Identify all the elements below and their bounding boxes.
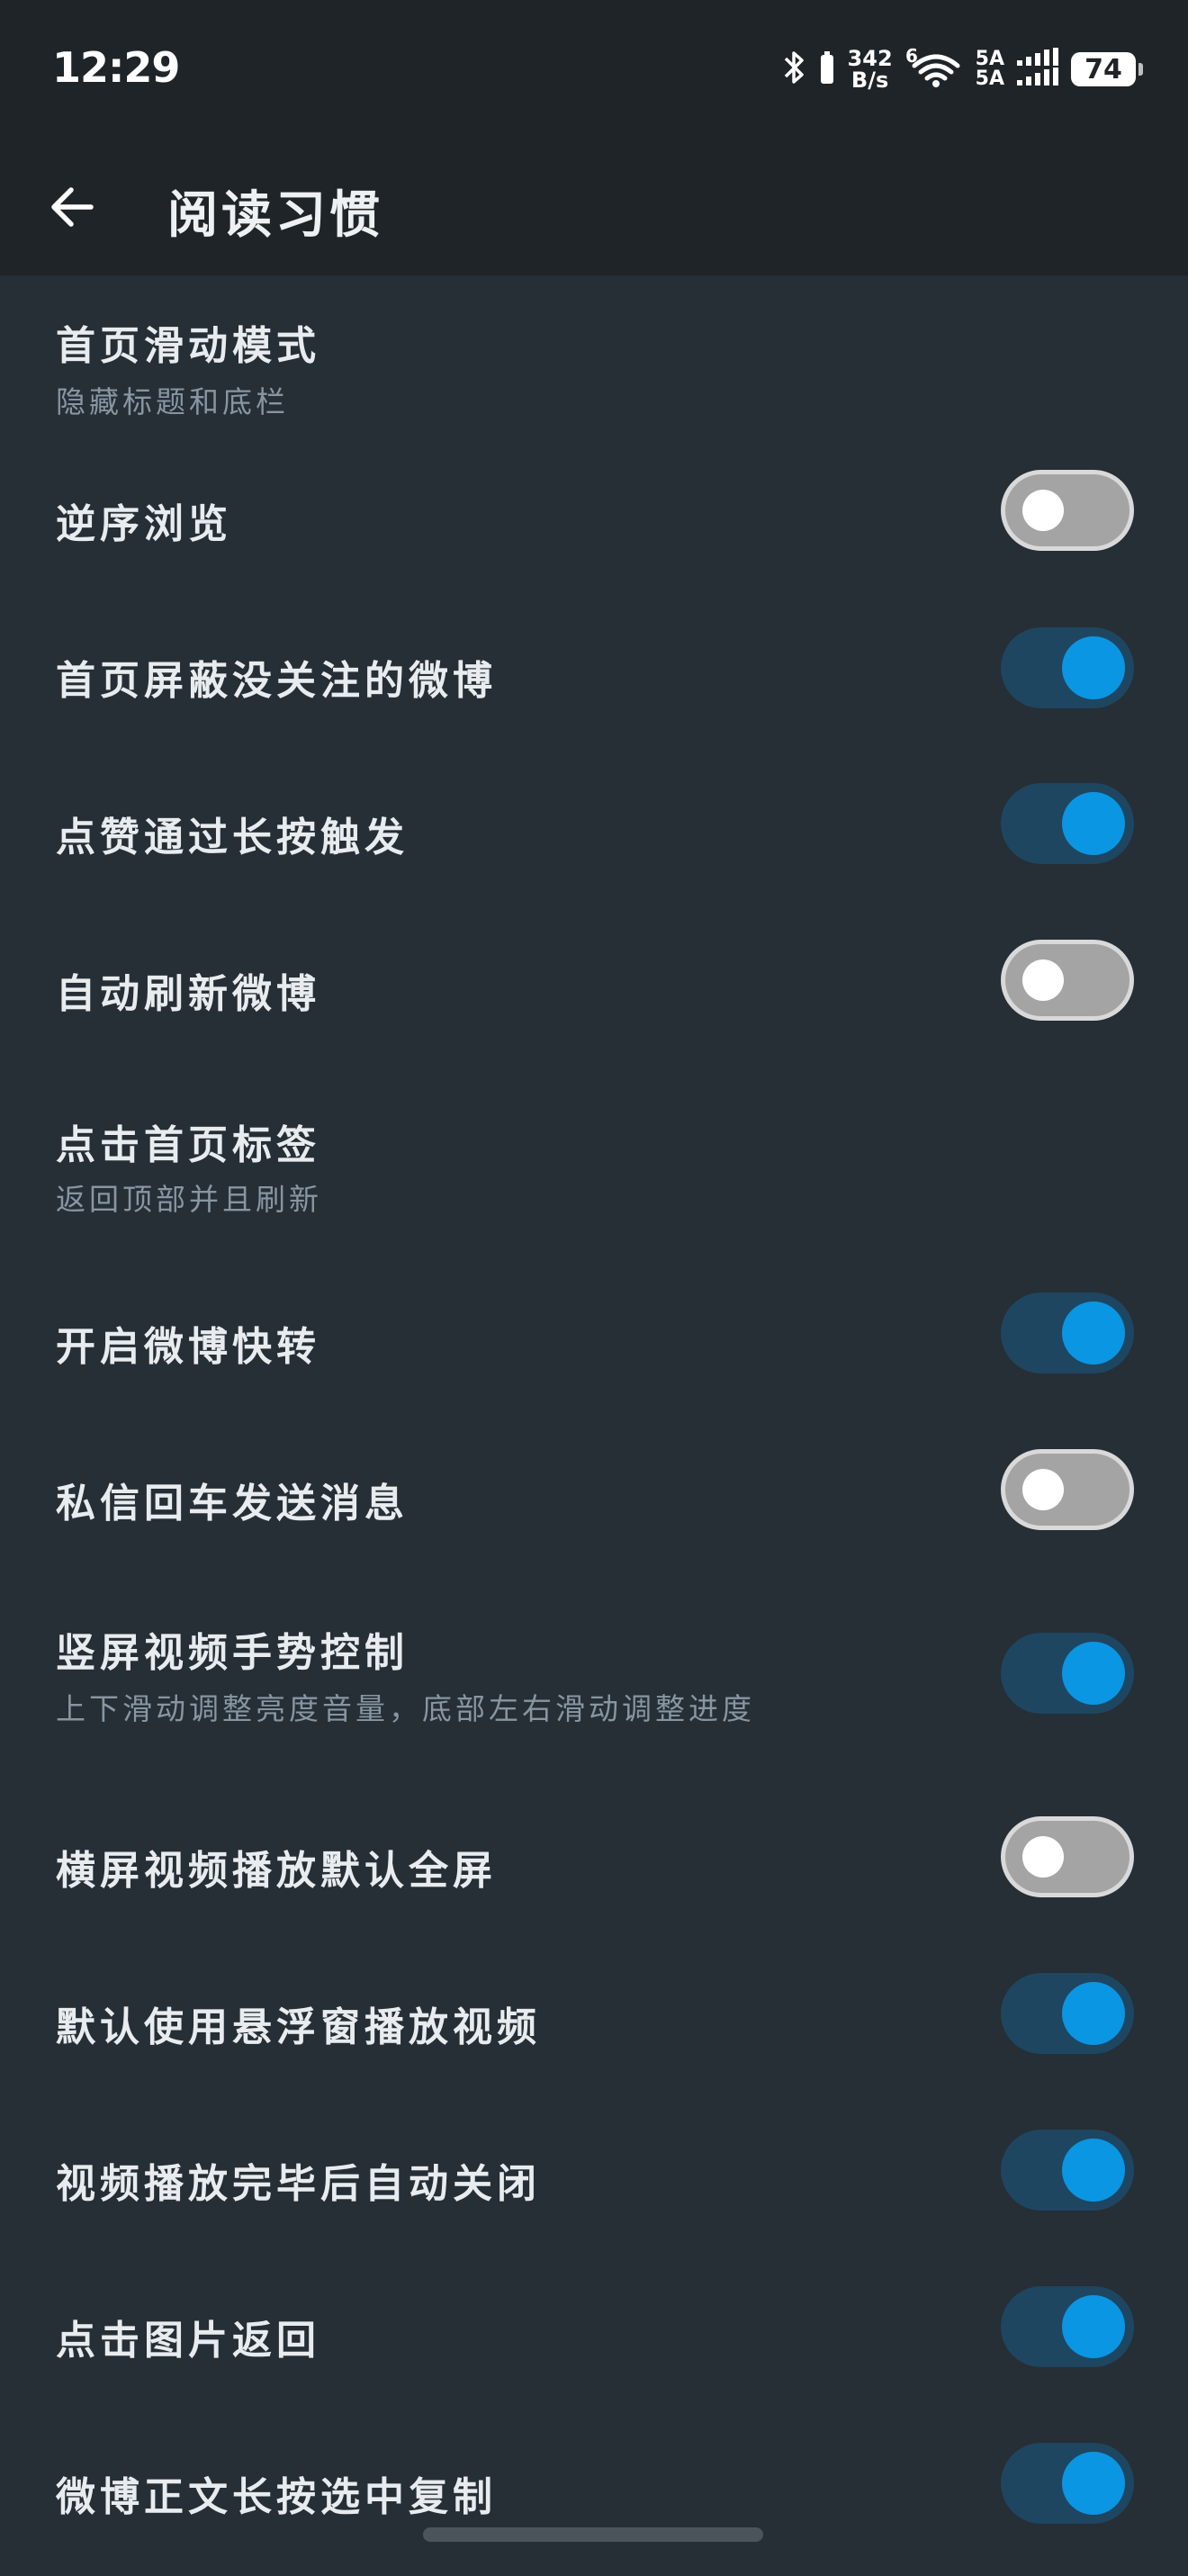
toggle-knob (1062, 792, 1125, 855)
setting-label: 默认使用悬浮窗播放视频 (56, 2004, 541, 2050)
setting-row-tap-home-tab[interactable]: 点击首页标签 返回顶部并且刷新 (0, 1058, 1188, 1269)
battery-icon: 74 (1071, 52, 1143, 86)
setting-row-floating-window[interactable]: 默认使用悬浮窗播放视频 (0, 1950, 1188, 2106)
network-speed-value: 342 (847, 46, 893, 71)
setting-row-reverse-browse[interactable]: 逆序浏览 (0, 432, 1188, 589)
setting-row-auto-close-video[interactable]: 视频播放完毕后自动关闭 (0, 2106, 1188, 2263)
setting-label: 首页屏蔽没关注的微博 (56, 658, 497, 704)
landscape-fullscreen-toggle[interactable] (1001, 1816, 1134, 1897)
network-speed-unit: B/s (850, 68, 889, 93)
floating-window-toggle[interactable] (1001, 1973, 1134, 2054)
setting-sublabel: 上下滑动调整亮度音量，底部左右滑动调整进度 (56, 1691, 755, 1726)
battery-level: 74 (1084, 53, 1122, 86)
toggle-knob (1022, 1469, 1064, 1510)
portrait-video-gesture-toggle[interactable] (1001, 1633, 1134, 1714)
bluetooth-icon (783, 48, 806, 91)
toggle-knob (1062, 2139, 1125, 2202)
setting-label: 开启微博快转 (56, 1324, 320, 1370)
setting-row-quick-repost[interactable]: 开启微博快转 (0, 1269, 1188, 1426)
app-header: 阅读习惯 (0, 144, 1188, 275)
setting-row-hide-unfollowed[interactable]: 首页屏蔽没关注的微博 (0, 589, 1188, 745)
toggle-knob (1062, 1642, 1125, 1705)
network-speed: 342 B/s (848, 48, 893, 91)
setting-label: 竖屏视频手势控制 (56, 1630, 409, 1676)
setting-row-portrait-video-gesture[interactable]: 竖屏视频手势控制 上下滑动调整亮度音量，底部左右滑动调整进度 (0, 1582, 1188, 1793)
setting-row-like-long-press[interactable]: 点赞通过长按触发 (0, 745, 1188, 902)
setting-label: 自动刷新微博 (56, 971, 320, 1017)
toggle-knob (1022, 1836, 1064, 1878)
setting-label: 视频播放完毕后自动关闭 (56, 2161, 541, 2207)
toggle-knob (1062, 1982, 1125, 2045)
setting-label: 横屏视频播放默认全屏 (56, 1848, 497, 1894)
page-title: 阅读习惯 (167, 186, 383, 245)
tap-image-back-toggle[interactable] (1001, 2286, 1134, 2367)
setting-label: 微博正文长按选中复制 (56, 2474, 497, 2520)
toggle-knob (1062, 2452, 1125, 2515)
setting-label: 点击图片返回 (56, 2318, 320, 2364)
auto-close-video-toggle[interactable] (1001, 2130, 1134, 2211)
hide-unfollowed-toggle[interactable] (1001, 627, 1134, 708)
setting-sublabel: 隐藏标题和底栏 (56, 384, 289, 419)
setting-label: 首页滑动模式 (56, 323, 320, 369)
status-bar: 12:29 342 B/s 6 5A 5A 74 (0, 0, 1188, 144)
toggle-knob (1062, 636, 1125, 699)
reverse-browse-toggle[interactable] (1001, 470, 1134, 551)
home-indicator[interactable] (423, 2527, 763, 2542)
sim-labels: 5A 5A (976, 50, 1004, 89)
setting-row-auto-refresh[interactable]: 自动刷新微博 (0, 902, 1188, 1058)
sim1-label: 5A (975, 48, 1004, 70)
back-arrow-icon (51, 187, 94, 227)
enter-send-toggle[interactable] (1001, 1449, 1134, 1530)
signal-icon (1017, 48, 1058, 91)
status-icons: 342 B/s 6 5A 5A 74 (783, 45, 1143, 93)
auto-refresh-toggle[interactable] (1001, 940, 1134, 1021)
toggle-knob (1022, 490, 1064, 531)
setting-label: 逆序浏览 (56, 501, 232, 547)
toggle-knob (1022, 959, 1064, 1001)
long-press-copy-toggle[interactable] (1001, 2443, 1134, 2524)
wifi-icon: 6 (905, 45, 963, 93)
quick-repost-toggle[interactable] (1001, 1293, 1134, 1374)
setting-row-landscape-fullscreen[interactable]: 横屏视频播放默认全屏 (0, 1793, 1188, 1950)
setting-row-tap-image-back[interactable]: 点击图片返回 (0, 2263, 1188, 2419)
sim2-label: 5A (975, 68, 1004, 90)
battery-small-icon (819, 50, 835, 89)
back-button[interactable] (36, 171, 108, 243)
toggle-knob (1062, 1302, 1125, 1365)
like-long-press-toggle[interactable] (1001, 783, 1134, 864)
status-time: 12:29 (52, 43, 180, 92)
toggle-knob (1062, 2295, 1125, 2358)
setting-label: 点击首页标签 (56, 1122, 320, 1168)
setting-row-home-slide-mode[interactable]: 首页滑动模式 隐藏标题和底栏 (0, 275, 1188, 432)
setting-label: 私信回车发送消息 (56, 1481, 409, 1527)
setting-label: 点赞通过长按触发 (56, 815, 409, 860)
setting-sublabel: 返回顶部并且刷新 (56, 1182, 322, 1217)
settings-list: 首页滑动模式 隐藏标题和底栏 逆序浏览 首页屏蔽没关注的微博 点赞通过长按触发 … (0, 275, 1188, 2576)
setting-row-enter-send[interactable]: 私信回车发送消息 (0, 1426, 1188, 1582)
setting-row-long-press-copy[interactable]: 微博正文长按选中复制 (0, 2419, 1188, 2576)
